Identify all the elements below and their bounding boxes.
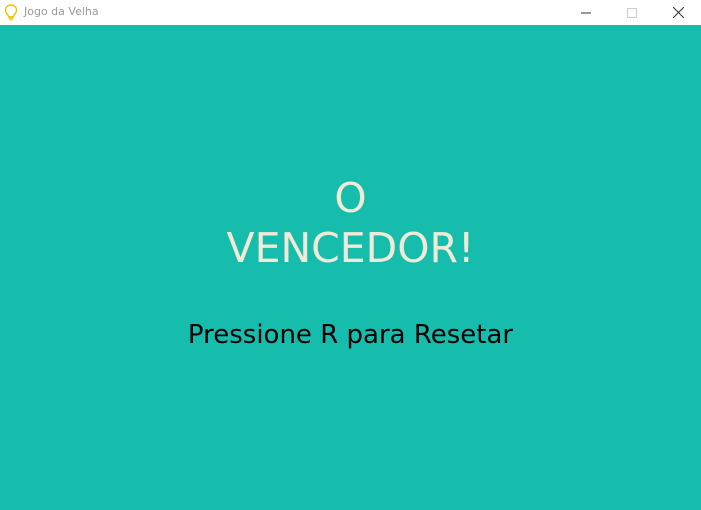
winner-symbol: O	[334, 174, 367, 222]
maximize-icon	[627, 3, 637, 22]
winner-message: VENCEDOR!	[226, 224, 475, 272]
minimize-button[interactable]	[563, 0, 609, 25]
reset-instruction: Pressione R para Resetar	[187, 320, 514, 350]
minimize-icon	[581, 3, 591, 22]
lightbulb-icon	[4, 4, 18, 21]
maximize-button[interactable]	[609, 0, 655, 25]
game-canvas[interactable]: O VENCEDOR! Pressione R para Resetar	[0, 25, 701, 510]
title-bar[interactable]: Jogo da Velha	[0, 0, 701, 25]
app-window: Jogo da Velha O VENCEDOR! Pressione R pa…	[0, 0, 701, 510]
close-button[interactable]	[655, 0, 701, 25]
close-icon	[672, 3, 684, 22]
window-title: Jogo da Velha	[24, 5, 99, 18]
